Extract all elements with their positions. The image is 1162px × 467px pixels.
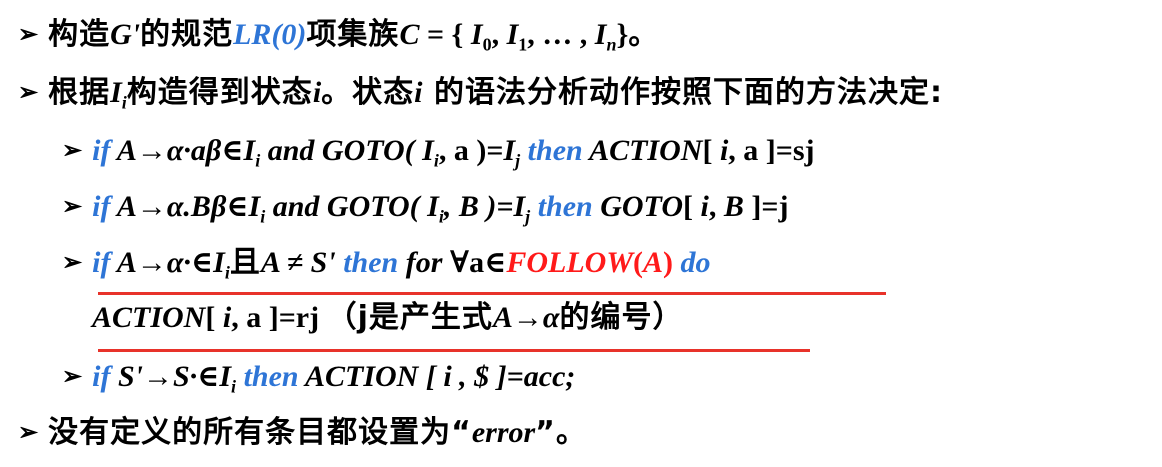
bullet-line-error: ➢ 没有定义的所有条目都设置为“error”。	[18, 412, 587, 453]
follow-paren: (	[633, 246, 644, 279]
sub-bullet-shift: ➢ if A→α·aβ∈Ii and GOTO( Ii, a )=Ij then …	[62, 130, 815, 171]
keyword-then: then	[335, 246, 399, 279]
text: ”。	[535, 415, 587, 450]
keyword-then: then	[236, 360, 299, 393]
math: and GOTO(	[265, 190, 428, 223]
math: I	[248, 190, 261, 223]
math: ]=j	[743, 190, 789, 223]
math: B	[723, 190, 744, 223]
text: 项集族	[306, 17, 400, 52]
subscript: 0	[482, 34, 492, 55]
math: I	[427, 190, 439, 223]
follow-function: FOLLOW	[506, 246, 634, 279]
math: , a ]=rj	[231, 301, 327, 334]
text: 的编号）	[559, 300, 684, 335]
text: 没有定义的所有条目都设置为“	[48, 415, 472, 450]
math: C	[399, 18, 420, 51]
bullet-arrow-icon: ➢	[62, 191, 83, 220]
math: error	[471, 416, 536, 449]
follow-paren: )	[663, 246, 674, 279]
math: ACTION	[582, 134, 703, 167]
math: I	[110, 76, 122, 109]
text: 根据	[48, 75, 111, 110]
bullet-arrow-icon: ➢	[62, 247, 83, 276]
keyword-if: if	[92, 246, 111, 279]
math: A ≠ S'	[260, 246, 336, 279]
keyword-do: do	[673, 246, 711, 279]
math: G'	[110, 18, 141, 51]
math: ∀a∈	[449, 246, 507, 279]
math: S'→S·∈	[110, 360, 220, 393]
sub-bullet-goto: ➢ if A→α.Bβ∈Ii and GOTO( Ii, B )=Ij then …	[62, 186, 788, 227]
math: i	[443, 360, 452, 393]
math: I	[422, 134, 434, 167]
red-underline	[98, 292, 886, 295]
math: , $ ]=acc;	[451, 360, 576, 393]
math: i	[222, 301, 232, 334]
text: （j是产生式	[326, 300, 493, 335]
math: I	[513, 190, 526, 223]
math: ACTION	[92, 301, 206, 334]
math: , … ,	[527, 18, 595, 51]
keyword-then: then	[520, 134, 583, 167]
bullet-line-2: ➢ 根据Ii构造得到状态i。状态i 的语法分析动作按照下面的方法决定:	[18, 72, 943, 113]
text: 。状态	[321, 75, 415, 110]
math: I	[243, 134, 256, 167]
math: }	[616, 18, 629, 51]
keyword-if: if	[92, 360, 111, 393]
red-underline	[98, 349, 810, 352]
follow-arg: A	[643, 246, 664, 279]
reduce-action-line: ACTION[ i, a ]=rj （j是产生式A→α的编号）	[92, 298, 684, 338]
math: I	[213, 246, 225, 279]
text: 的规范	[140, 17, 234, 52]
math: , a )=	[438, 134, 504, 167]
bullet-arrow-icon: ➢	[62, 361, 83, 390]
math: I	[219, 360, 232, 393]
math: [	[205, 301, 223, 334]
math: GOTO	[592, 190, 683, 223]
math: I	[506, 18, 519, 51]
keyword-for: for	[398, 246, 450, 279]
math: i	[312, 76, 322, 109]
math: A→α	[492, 301, 560, 334]
bullet-arrow-icon: ➢	[18, 77, 39, 106]
math: and GOTO(	[260, 134, 423, 167]
subscript: 1	[518, 34, 528, 55]
math: [	[683, 190, 701, 223]
math: i	[414, 76, 423, 109]
math: ACTION [	[298, 360, 444, 393]
math: A→α·aβ∈	[110, 134, 244, 167]
math: [	[702, 134, 720, 167]
text: 。	[628, 17, 660, 52]
bullet-arrow-icon: ➢	[18, 19, 39, 48]
math: A→α·∈	[110, 246, 214, 279]
bullet-arrow-icon: ➢	[62, 135, 83, 164]
math: = {	[419, 18, 471, 51]
keyword-if: if	[92, 190, 111, 223]
sub-bullet-accept: ➢ if S'→S·∈Ii then ACTION [ i , $ ]=acc;	[62, 356, 575, 397]
keyword-if: if	[92, 134, 111, 167]
bullet-line-1: ➢ 构造G'的规范LR(0)项集族C = { I0, I1, … , In}。	[18, 14, 659, 55]
bullet-arrow-icon: ➢	[18, 417, 39, 446]
math: I	[503, 134, 516, 167]
math: i	[700, 190, 709, 223]
keyword-lr0: LR(0)	[233, 18, 307, 51]
subscript: n	[606, 34, 617, 55]
math: ,	[491, 18, 507, 51]
text: 构造	[48, 17, 111, 52]
math: , a ]=sj	[728, 134, 815, 167]
math: I	[594, 18, 607, 51]
math: ,	[708, 190, 724, 223]
keyword-then: then	[530, 190, 593, 223]
sub-bullet-reduce: ➢ if A→α·∈Ii且A ≠ S' then for ∀a∈FOLLOW(A)…	[62, 242, 711, 283]
text: 构造得到状态	[126, 75, 313, 110]
text: 且	[229, 245, 261, 280]
math: A→α.Bβ∈	[110, 190, 249, 223]
text: 的语法分析动作按照下面的方法决定:	[422, 75, 943, 110]
math: , B )=	[443, 190, 514, 223]
math: I	[470, 18, 483, 51]
